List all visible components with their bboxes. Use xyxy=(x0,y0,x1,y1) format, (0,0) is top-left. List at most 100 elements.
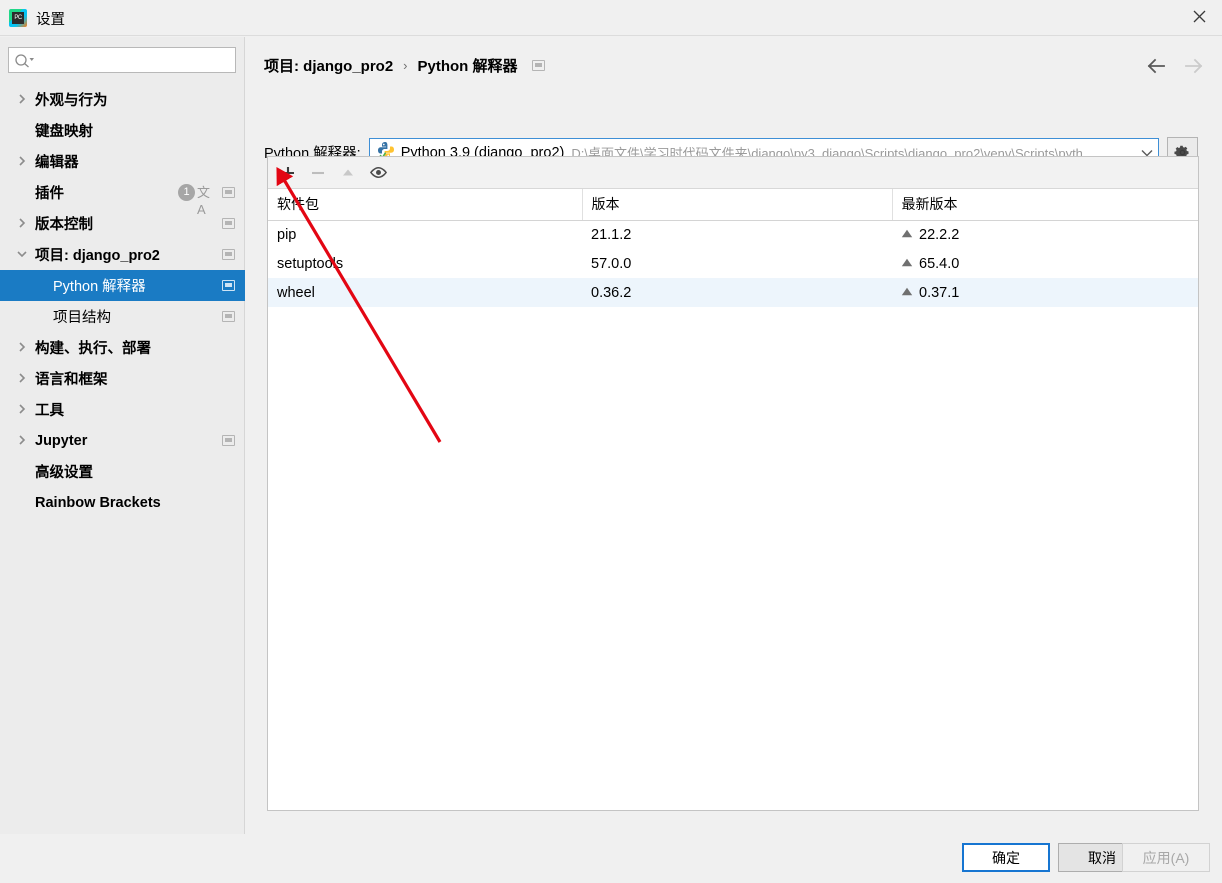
monitor-icon xyxy=(222,280,235,291)
table-header-row: 软件包 版本 最新版本 xyxy=(268,189,1198,221)
sidebar-item-10[interactable]: 工具 xyxy=(0,394,245,425)
triangle-up-icon xyxy=(901,255,913,271)
chevron-right-icon[interactable] xyxy=(16,341,28,353)
cell-latest-value: 22.2.2 xyxy=(919,227,960,244)
upgrade-package-button xyxy=(333,158,363,188)
cell-version: 57.0.0 xyxy=(591,255,632,272)
sidebar-item-label: 高级设置 xyxy=(35,465,93,481)
packages-table: 软件包 版本 最新版本 pip 21.1.2 22.2.2 setuptools 57.… xyxy=(268,189,1198,307)
sidebar-item-0[interactable]: 外观与行为 xyxy=(0,84,245,115)
sidebar-item-label: 键盘映射 xyxy=(35,124,93,140)
window-title: 设置 xyxy=(36,12,65,28)
cell-latest-value: 0.37.1 xyxy=(919,285,960,301)
column-header-package[interactable]: 软件包 xyxy=(268,189,583,221)
eye-icon xyxy=(369,166,387,179)
chevron-right-icon[interactable] xyxy=(16,434,28,446)
monitor-icon xyxy=(222,311,235,322)
cell-package: setuptools xyxy=(277,255,344,272)
sidebar-item-label: 编辑器 xyxy=(35,155,79,171)
apply-button: 应用(A) xyxy=(1122,843,1210,872)
sidebar-item-6[interactable]: Python 解释器 xyxy=(0,270,245,301)
add-package-button[interactable] xyxy=(273,158,303,188)
chevron-right-icon[interactable] xyxy=(16,155,28,167)
monitor-icon xyxy=(222,249,235,260)
chevron-right-icon[interactable] xyxy=(16,217,28,229)
monitor-icon xyxy=(222,187,235,198)
breadcrumb-parent[interactable]: 项目: django_pro2 xyxy=(264,55,393,76)
triangle-up-icon xyxy=(343,169,353,175)
show-early-releases-button[interactable] xyxy=(363,158,393,188)
cell-package: pip xyxy=(277,226,297,243)
sidebar: 外观与行为键盘映射编辑器插件 1 文A 版本控制项目: django_pro2 Pyth… xyxy=(0,37,245,877)
column-header-latest[interactable]: 最新版本 xyxy=(892,189,1198,221)
table-row[interactable]: setuptools 57.0.0 65.4.0 xyxy=(268,249,1198,278)
cell-latest: 65.4.0 xyxy=(892,249,1198,278)
cell-version: 0.36.2 xyxy=(582,278,892,307)
close-button[interactable] xyxy=(1176,0,1222,32)
translate-icon: 文A xyxy=(197,185,211,217)
triangle-up-icon xyxy=(901,226,913,242)
pycharm-icon: PC xyxy=(9,9,27,27)
sidebar-item-2[interactable]: 编辑器 xyxy=(0,146,245,177)
settings-tree: 外观与行为键盘映射编辑器插件 1 文A 版本控制项目: django_pro2 Pyth… xyxy=(0,84,245,518)
search-icon xyxy=(14,52,36,70)
sidebar-item-label: 外观与行为 xyxy=(35,93,108,109)
sidebar-item-label: 构建、执行、部署 xyxy=(35,341,151,357)
sidebar-item-13[interactable]: Rainbow Brackets xyxy=(0,487,245,518)
cell-latest-value: 65.4.0 xyxy=(919,256,960,272)
dialog-footer: 确定 取消 应用(A) xyxy=(0,834,1222,883)
cell-latest: 0.37.1 xyxy=(892,278,1198,307)
sidebar-item-7[interactable]: 项目结构 xyxy=(0,301,245,332)
monitor-icon xyxy=(222,435,235,446)
sidebar-item-label: Python 解释器 xyxy=(53,279,146,295)
sidebar-item-11[interactable]: Jupyter xyxy=(0,425,245,456)
cell-version: 21.1.2 xyxy=(591,226,632,243)
sidebar-item-label: 项目结构 xyxy=(53,310,111,326)
breadcrumb-current: Python 解释器 xyxy=(417,58,518,75)
chevron-right-icon[interactable] xyxy=(16,403,28,415)
breadcrumb: 项目: django_pro2 › Python 解释器 xyxy=(264,55,545,76)
chevron-down-icon[interactable] xyxy=(16,248,28,260)
sidebar-item-9[interactable]: 语言和框架 xyxy=(0,363,245,394)
sidebar-item-5[interactable]: 项目: django_pro2 xyxy=(0,239,245,270)
ok-button[interactable]: 确定 xyxy=(962,843,1050,872)
cell-package: wheel xyxy=(268,278,582,307)
triangle-up-icon xyxy=(901,284,913,300)
plugin-update-badge: 1 xyxy=(178,184,195,201)
settings-dialog: PC 设置 外观与行为 键盘映射 编辑器 插件 1 文A 版本控制 项目: django_pr… xyxy=(0,0,1222,883)
search-box[interactable] xyxy=(8,47,236,73)
sidebar-item-1[interactable]: 键盘映射 xyxy=(0,115,245,146)
minus-icon xyxy=(312,171,324,174)
sidebar-item-4[interactable]: 版本控制 xyxy=(0,208,245,239)
title-bar: PC 设置 xyxy=(0,0,1222,36)
close-icon xyxy=(1193,10,1205,22)
sidebar-item-label: 语言和框架 xyxy=(35,372,108,388)
sidebar-item-8[interactable]: 构建、执行、部署 xyxy=(0,332,245,363)
sidebar-item-label: Rainbow Brackets xyxy=(35,494,161,511)
monitor-icon xyxy=(531,60,545,71)
packages-toolbar xyxy=(268,157,1198,189)
packages-panel: 软件包 版本 最新版本 pip 21.1.2 22.2.2 setuptools 57.… xyxy=(267,156,1199,811)
monitor-icon xyxy=(222,218,235,229)
cell-latest: 22.2.2 xyxy=(892,220,1198,249)
sidebar-item-label: 项目: django_pro2 xyxy=(35,248,160,264)
sidebar-item-label: 工具 xyxy=(35,403,64,419)
plus-icon xyxy=(282,166,294,179)
nav-arrows xyxy=(1144,54,1206,78)
sidebar-item-3[interactable]: 插件 1 文A xyxy=(0,177,245,217)
back-arrow-icon[interactable] xyxy=(1144,54,1168,78)
forward-arrow-icon xyxy=(1182,54,1206,78)
remove-package-button xyxy=(303,158,333,188)
column-header-version[interactable]: 版本 xyxy=(582,189,893,221)
sidebar-item-label: 插件 xyxy=(35,186,64,202)
table-row[interactable]: wheel 0.36.2 0.37.1 xyxy=(268,278,1198,307)
chevron-right-icon[interactable] xyxy=(16,372,28,384)
content-pane: 项目: django_pro2 › Python 解释器 Python 解释器: xyxy=(246,37,1222,834)
breadcrumb-separator: › xyxy=(403,58,408,73)
search-input[interactable] xyxy=(39,48,231,72)
table-row[interactable]: pip 21.1.2 22.2.2 xyxy=(268,220,1198,249)
sidebar-item-label: 版本控制 xyxy=(35,217,93,233)
sidebar-item-12[interactable]: 高级设置 xyxy=(0,456,245,487)
chevron-right-icon[interactable] xyxy=(16,93,28,105)
sidebar-item-label: Jupyter xyxy=(35,432,88,449)
